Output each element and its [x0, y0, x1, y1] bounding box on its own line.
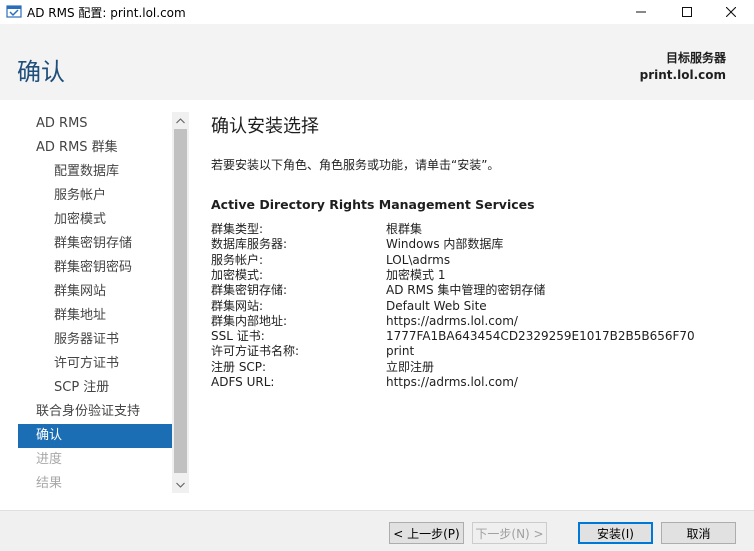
sidebar-item-label: 群集地址 — [54, 308, 107, 323]
title-bar: AD RMS 配置: print.lol.com — [0, 0, 754, 24]
sidebar-item[interactable]: 配置数据库 — [18, 160, 172, 184]
cancel-button[interactable]: 取消 — [661, 522, 736, 544]
next-button[interactable]: 下一步(N) > — [472, 522, 547, 544]
sidebar-item[interactable]: 群集网站 — [18, 280, 172, 304]
sidebar-item[interactable]: AD RMS — [18, 112, 172, 136]
detail-value: https://adrms.lol.com/ — [386, 313, 518, 328]
sidebar-item-label: 服务器证书 — [54, 332, 120, 347]
detail-value: https://adrms.lol.com/ — [386, 375, 518, 389]
window-title: AD RMS 配置: print.lol.com — [27, 6, 186, 20]
sidebar-item-label: 群集密钥密码 — [54, 260, 133, 275]
sidebar-item-label: 群集网站 — [54, 284, 107, 299]
wizard-steps-nav: AD RMS AD RMS 群集配置数据库服务帐户加密模式群集密钥存储 群集密钥密码… — [18, 112, 172, 496]
sidebar-item[interactable]: 加密模式 — [18, 208, 172, 232]
sidebar-item[interactable]: 确认 — [18, 424, 172, 448]
detail-key: 群集网站: — [211, 298, 264, 313]
detail-value: 根群集 — [386, 222, 423, 236]
minimize-icon — [636, 11, 646, 13]
scroll-thumb[interactable] — [174, 129, 187, 473]
sidebar-scrollbar[interactable] — [172, 112, 189, 493]
detail-key: 数据库服务器: — [211, 237, 288, 252]
detail-value: 加密模式 1 — [386, 267, 446, 282]
detail-value: AD RMS 集中管理的密钥存储 — [386, 283, 546, 298]
sidebar-item-label: 服务帐户 — [54, 188, 107, 203]
back-button[interactable]: < 上一步(P) — [389, 522, 464, 544]
detail-key: ADFS URL: — [211, 375, 275, 389]
chevron-down-icon — [176, 482, 185, 488]
minimize-button[interactable] — [618, 0, 664, 24]
scroll-down-button[interactable] — [172, 476, 189, 493]
sidebar-item[interactable]: 服务器证书 — [18, 328, 172, 352]
maximize-icon — [682, 7, 692, 17]
detail-value: 1777FA1BA643454CD2329259E1017B2B5B656F70 — [386, 329, 695, 344]
sidebar-item: 进度 — [18, 448, 172, 472]
sidebar-item-label: AD RMS — [36, 116, 88, 131]
wizard-footer: < 上一步(P) 下一步(N) > 安装(I) 取消 — [0, 510, 754, 551]
sidebar-item-label: SCP 注册 — [54, 380, 110, 395]
sidebar-item[interactable]: SCP 注册 — [18, 376, 172, 400]
sidebar-item[interactable]: 群集密钥存储 — [18, 232, 172, 256]
role-title: Active Directory Rights Management Servi… — [211, 197, 535, 212]
detail-key: 群集内部地址: — [211, 313, 288, 328]
sidebar-item-label: 进度 — [36, 452, 63, 467]
instructions-text: 若要安装以下角色、角色服务或功能，请单击“安装”。 — [211, 158, 500, 172]
maximize-button[interactable] — [664, 0, 710, 24]
sidebar-item[interactable]: 群集地址 — [18, 304, 172, 328]
detail-value: LOL\adrms — [386, 252, 451, 267]
close-button[interactable] — [708, 0, 754, 24]
destination-server-value: print.lol.com — [639, 68, 726, 82]
sidebar-item-label: 加密模式 — [54, 212, 107, 227]
sidebar-item-label: 许可方证书 — [54, 356, 120, 371]
detail-key: 许可方证书名称: — [211, 344, 300, 359]
chevron-up-icon — [176, 117, 185, 123]
detail-key: 服务帐户: — [211, 252, 264, 267]
sidebar-item: 结果 — [18, 472, 172, 496]
close-icon — [726, 7, 736, 17]
sidebar-item-label: AD RMS 群集 — [36, 140, 118, 155]
sidebar-item-label: 群集密钥存储 — [54, 236, 133, 251]
section-title: 确认安装选择 — [211, 116, 319, 137]
scroll-up-button[interactable] — [172, 112, 189, 129]
sidebar-item[interactable]: 许可方证书 — [18, 352, 172, 376]
sidebar-item[interactable]: 群集密钥密码 — [18, 256, 172, 280]
detail-key: 群集密钥存储: — [211, 283, 288, 298]
sidebar-item-label: 配置数据库 — [54, 164, 120, 179]
detail-key: SSL 证书: — [211, 329, 265, 344]
sidebar-item[interactable]: AD RMS 群集 — [18, 136, 172, 160]
wizard-header: 确认 目标服务器 print.lol.com — [0, 24, 754, 100]
detail-value: Default Web Site — [386, 298, 487, 313]
detail-value: Windows 内部数据库 — [386, 237, 504, 252]
sidebar-item-label: 结果 — [36, 476, 63, 491]
detail-value: print — [386, 344, 415, 359]
sidebar-item[interactable]: 服务帐户 — [18, 184, 172, 208]
sidebar-item-label: 确认 — [36, 428, 63, 443]
sidebar-item[interactable]: 联合身份验证支持 — [18, 400, 172, 424]
install-button[interactable]: 安装(I) — [578, 522, 653, 544]
destination-server-label: 目标服务器 — [665, 51, 726, 65]
detail-key: 群集类型: — [211, 222, 264, 236]
sidebar-item-label: 联合身份验证支持 — [36, 404, 141, 419]
detail-key: 注册 SCP: — [211, 359, 267, 374]
detail-key: 加密模式: — [211, 267, 264, 282]
ad-rms-app-icon — [6, 5, 22, 18]
detail-value: 立即注册 — [386, 359, 435, 374]
page-title: 确认 — [17, 58, 65, 86]
